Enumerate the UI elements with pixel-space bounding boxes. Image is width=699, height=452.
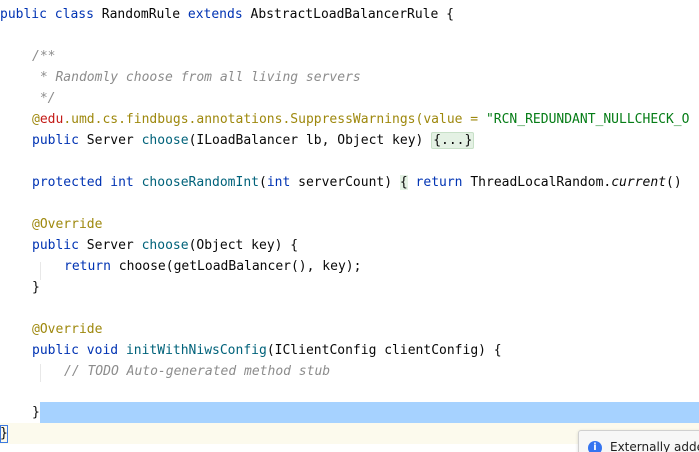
class-name: RandomRule: [101, 7, 181, 22]
javadoc-text: /**: [32, 49, 56, 64]
javadoc-text: * Randomly choose from all living server…: [32, 70, 361, 85]
code-line-choose-lb[interactable]: public Server choose(ILoadBalancer lb, O…: [32, 130, 699, 151]
brace: }: [32, 280, 40, 295]
parens: (): [666, 175, 682, 190]
matching-brace-highlight: [0, 425, 8, 443]
annotation-at: @: [32, 112, 40, 127]
string-literal: "RCN_REDUNDANT_NULLCHECK_O: [485, 112, 690, 127]
folded-code-block[interactable]: {...}: [431, 132, 475, 149]
type-name: Server: [78, 133, 142, 148]
method-name: chooseRandomInt: [141, 175, 259, 190]
keyword: int: [266, 175, 291, 190]
javadoc-text: */: [32, 91, 56, 106]
brace: }: [32, 405, 40, 420]
keyword: public: [32, 343, 79, 358]
keyword: int: [102, 175, 142, 190]
code-line-return[interactable]: return choose(getLoadBalancer(), key);: [64, 256, 699, 277]
expression: choose(getLoadBalancer(), key);: [110, 259, 362, 274]
superclass-name: AbstractLoadBalancerRule: [250, 7, 439, 22]
paren: (: [259, 175, 267, 190]
notification-balloon[interactable]: i Externally adde: [578, 430, 699, 452]
keyword: protected: [32, 175, 103, 190]
code-line-close-brace[interactable]: }: [32, 402, 699, 423]
expression: ThreadLocalRandom.: [462, 175, 612, 190]
code-line-suppress-warnings[interactable]: @edu.umd.cs.findbugs.annotations.Suppres…: [32, 109, 699, 130]
annotation-name: @Override: [32, 217, 103, 232]
parameters: (Object key) {: [188, 238, 299, 253]
keyword: extends: [187, 7, 243, 22]
comment-text: // TODO Auto-generated method stub: [64, 364, 331, 379]
code-line-javadoc-open[interactable]: /**: [32, 46, 699, 67]
code-line-init-with-niws-config[interactable]: public void initWithNiwsConfig(IClientCo…: [32, 340, 699, 361]
package-segment: edu: [39, 112, 64, 127]
keyword: return: [64, 259, 111, 274]
annotation-name: .umd.cs.findbugs.annotations.SuppressWar…: [63, 112, 486, 127]
brace: {: [446, 7, 454, 22]
keyword: return: [415, 175, 463, 190]
method-name: choose: [141, 238, 189, 253]
code-line-class-declaration[interactable]: public class RandomRule extends Abstract…: [0, 4, 699, 25]
annotation-name: @Override: [32, 322, 103, 337]
method-name: choose: [141, 133, 189, 148]
code-editor[interactable]: public class RandomRule extends Abstract…: [0, 0, 699, 452]
parameters: serverCount): [290, 175, 400, 190]
code-line-override[interactable]: @Override: [32, 214, 699, 235]
static-call: current: [611, 175, 667, 190]
info-icon: i: [588, 441, 602, 452]
parameters: (ILoadBalancer lb, Object key): [188, 133, 432, 148]
parameters: (IClientConfig clientConfig) {: [266, 343, 502, 358]
keyword: public: [0, 7, 47, 22]
code-line-override[interactable]: @Override: [32, 319, 699, 340]
notification-text: Externally adde: [610, 440, 699, 452]
indent-guide: [40, 364, 41, 382]
code-line-todo-comment[interactable]: // TODO Auto-generated method stub: [64, 361, 699, 382]
folded-brace[interactable]: {: [399, 175, 408, 190]
code-line-close-brace[interactable]: }: [32, 277, 699, 298]
code-line-javadoc-close[interactable]: */: [32, 88, 699, 109]
code-line-javadoc-body[interactable]: * Randomly choose from all living server…: [32, 67, 699, 88]
keyword: void: [78, 343, 126, 358]
keyword: public: [32, 133, 79, 148]
keyword: public: [32, 238, 79, 253]
keyword: class: [54, 7, 94, 22]
code-line-choose-key[interactable]: public Server choose(Object key) {: [32, 235, 699, 256]
code-line-choose-random-int[interactable]: protected int chooseRandomInt(int server…: [32, 172, 699, 193]
type-name: Server: [78, 238, 142, 253]
method-name: initWithNiwsConfig: [125, 343, 267, 358]
